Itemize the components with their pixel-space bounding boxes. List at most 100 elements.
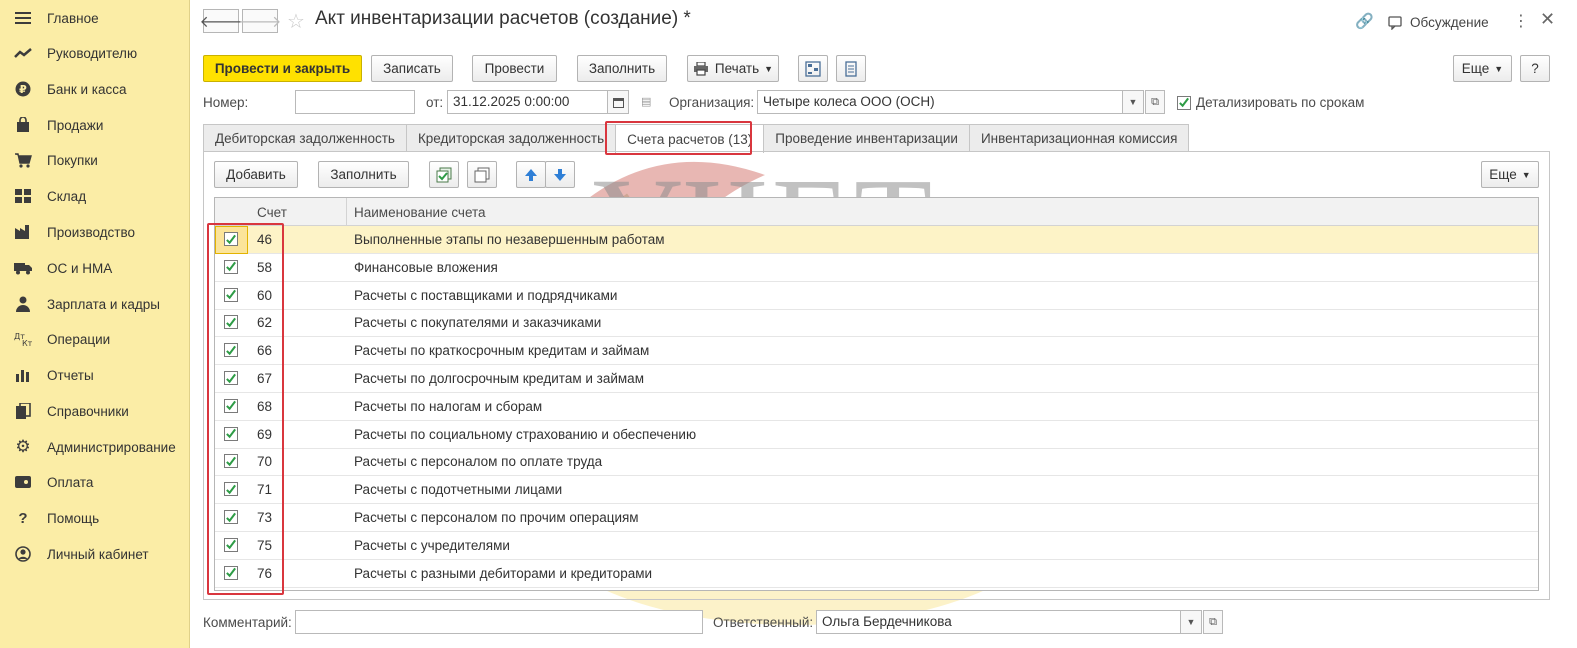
table-row[interactable]: 67 Расчеты по долгосрочным кредитам и зай…: [215, 365, 1538, 393]
checkmark-icon: [226, 540, 236, 550]
sidebar-item-fixed-assets[interactable]: ОС и НМА: [0, 251, 190, 285]
close-icon[interactable]: ✕: [1540, 9, 1555, 30]
sidebar-item-purchases[interactable]: Покупки: [0, 143, 190, 177]
check-all-button[interactable]: [429, 161, 459, 188]
add-row-button[interactable]: Добавить: [214, 161, 298, 188]
post-and-close-button[interactable]: Провести и закрыть: [203, 55, 362, 82]
table-row[interactable]: 75 Расчеты с учредителями: [215, 532, 1538, 560]
column-header-account-name[interactable]: Наименование счета: [354, 205, 486, 220]
sidebar-item-label: Отчеты: [47, 367, 94, 383]
responsible-field[interactable]: Ольга Бердечникова: [816, 610, 1181, 634]
responsible-open-button[interactable]: ⧉: [1203, 610, 1223, 634]
row-checkbox[interactable]: [224, 454, 238, 469]
table-row[interactable]: 76 Расчеты с разными дебиторами и кредито…: [215, 560, 1538, 588]
comment-field[interactable]: [295, 610, 703, 634]
table-row[interactable]: 70 Расчеты с персоналом по оплате труда: [215, 448, 1538, 477]
help-button[interactable]: ?: [1520, 55, 1550, 82]
row-checkbox[interactable]: [224, 259, 238, 274]
sidebar-item-bank[interactable]: ₽ Банк и касса: [0, 72, 190, 106]
responsible-dropdown-button[interactable]: ▼: [1180, 610, 1202, 634]
link-icon[interactable]: 🔗: [1355, 12, 1374, 30]
factory-icon: [14, 223, 32, 241]
table-row[interactable]: 68 Расчеты по налогам и сборам: [215, 393, 1538, 421]
sidebar-item-payment[interactable]: Оплата: [0, 465, 190, 499]
fill-table-button[interactable]: Заполнить: [318, 161, 409, 188]
responsible-label: Ответственный:: [713, 615, 814, 630]
row-checkbox[interactable]: [224, 398, 238, 413]
sidebar-item-account[interactable]: Личный кабинет: [0, 537, 190, 571]
row-checkbox[interactable]: [224, 510, 238, 524]
more-button[interactable]: Еще ▼: [1453, 55, 1512, 82]
more-vertical-icon[interactable]: ⋮: [1513, 11, 1529, 31]
uncheck-all-button[interactable]: [467, 161, 497, 188]
tab-receivables[interactable]: Дебиторская задолженность: [203, 124, 407, 152]
tab-inventory-commission[interactable]: Инвентаризационная комиссия: [968, 124, 1190, 152]
sidebar-item-catalogs[interactable]: Справочники: [0, 394, 190, 428]
organization-dropdown-button[interactable]: ▼: [1122, 90, 1144, 114]
row-checkbox[interactable]: [224, 232, 238, 246]
sidebar-item-label: Оплата: [47, 474, 94, 490]
fill-button[interactable]: Заполнить: [577, 55, 667, 82]
row-checkbox[interactable]: [224, 315, 238, 330]
row-checkbox[interactable]: [224, 343, 238, 358]
journal-button[interactable]: [836, 55, 866, 82]
open-window-icon: ⧉: [1209, 615, 1217, 628]
date-field[interactable]: 31.12.2025 0:00:00: [447, 90, 608, 114]
sidebar-item-warehouse[interactable]: Склад: [0, 179, 190, 213]
move-down-button[interactable]: [545, 161, 575, 188]
table-row[interactable]: 58 Финансовые вложения: [215, 254, 1538, 282]
organization-field[interactable]: Четыре колеса ООО (ОСН): [757, 90, 1123, 114]
star-icon[interactable]: ☆: [287, 9, 305, 34]
forward-button[interactable]: 🡒: [239, 9, 281, 33]
sidebar-item-operations[interactable]: Дт Кт Операции: [0, 322, 190, 356]
move-up-button[interactable]: [516, 161, 546, 188]
sidebar-item-production[interactable]: Производство: [0, 215, 190, 249]
truck-icon: [14, 259, 32, 277]
detail-by-terms-checkbox[interactable]: Детализировать по срокам: [1177, 95, 1364, 110]
account-code: 60: [257, 287, 273, 303]
row-checkbox[interactable]: [224, 537, 238, 552]
tab-payables[interactable]: Кредиторская задолженность: [405, 124, 617, 152]
sidebar-item-label: Покупки: [47, 152, 98, 168]
number-field[interactable]: [295, 90, 415, 114]
sidebar-item-reports[interactable]: Отчеты: [0, 358, 190, 392]
row-checkbox[interactable]: [224, 371, 238, 385]
sidebar-item-help[interactable]: ? Помощь: [0, 501, 190, 535]
save-button[interactable]: Записать: [371, 55, 453, 82]
sidebar-item-main[interactable]: Главное: [0, 1, 190, 35]
account-name: Финансовые вложения: [354, 259, 498, 275]
table-row[interactable]: 60 Расчеты с поставщиками и подрядчиками: [215, 282, 1538, 310]
row-checkbox[interactable]: [224, 482, 238, 497]
sidebar-item-salary[interactable]: Зарплата и кадры: [0, 287, 190, 321]
sidebar-item-label: Склад: [47, 188, 87, 204]
row-checkbox[interactable]: [224, 426, 238, 441]
column-header-account[interactable]: Счет: [257, 205, 287, 220]
tab-inventory-conduct[interactable]: Проведение инвентаризации: [763, 124, 970, 152]
print-button[interactable]: Печать ▼: [687, 55, 779, 82]
tab-bar: Дебиторская задолженность Кредиторская з…: [203, 124, 1190, 153]
table-row[interactable]: 71 Расчеты с подотчетными лицами: [215, 476, 1538, 505]
table-row[interactable]: 62 Расчеты с покупателями и заказчиками: [215, 309, 1538, 338]
table-row[interactable]: 73 Расчеты с персоналом по прочим операци…: [215, 504, 1538, 532]
sidebar-item-label: Главное: [47, 10, 99, 26]
back-button[interactable]: 🡐: [200, 9, 242, 33]
sidebar-item-manager[interactable]: Руководителю: [0, 36, 190, 70]
column-divider: [346, 198, 347, 226]
table-row[interactable]: 66 Расчеты по краткосрочным кредитам и за…: [215, 337, 1538, 366]
post-button[interactable]: Провести: [472, 55, 557, 82]
calendar-button[interactable]: [607, 90, 629, 114]
open-window-icon: ⧉: [1151, 95, 1159, 108]
structure-button[interactable]: [798, 55, 828, 82]
table-row[interactable]: 46 Выполненные этапы по незавершенным раб…: [215, 226, 1538, 254]
tab-settlement-accounts[interactable]: Счета расчетов (13): [615, 124, 765, 153]
table-more-button[interactable]: Еще ▼: [1481, 161, 1539, 188]
discussion-button[interactable]: Обсуждение: [1388, 15, 1489, 30]
organization-open-button[interactable]: ⧉: [1145, 90, 1165, 114]
row-checkbox[interactable]: [224, 287, 238, 302]
sidebar-item-sales[interactable]: Продажи: [0, 108, 190, 142]
row-checkbox[interactable]: [224, 565, 238, 580]
sidebar-item-admin[interactable]: ⚙ Администрирование: [0, 430, 190, 464]
table-row[interactable]: 69 Расчеты по социальному страхованию и о…: [215, 421, 1538, 449]
check-all-icon: [436, 167, 452, 182]
checkbox[interactable]: [1177, 95, 1191, 110]
